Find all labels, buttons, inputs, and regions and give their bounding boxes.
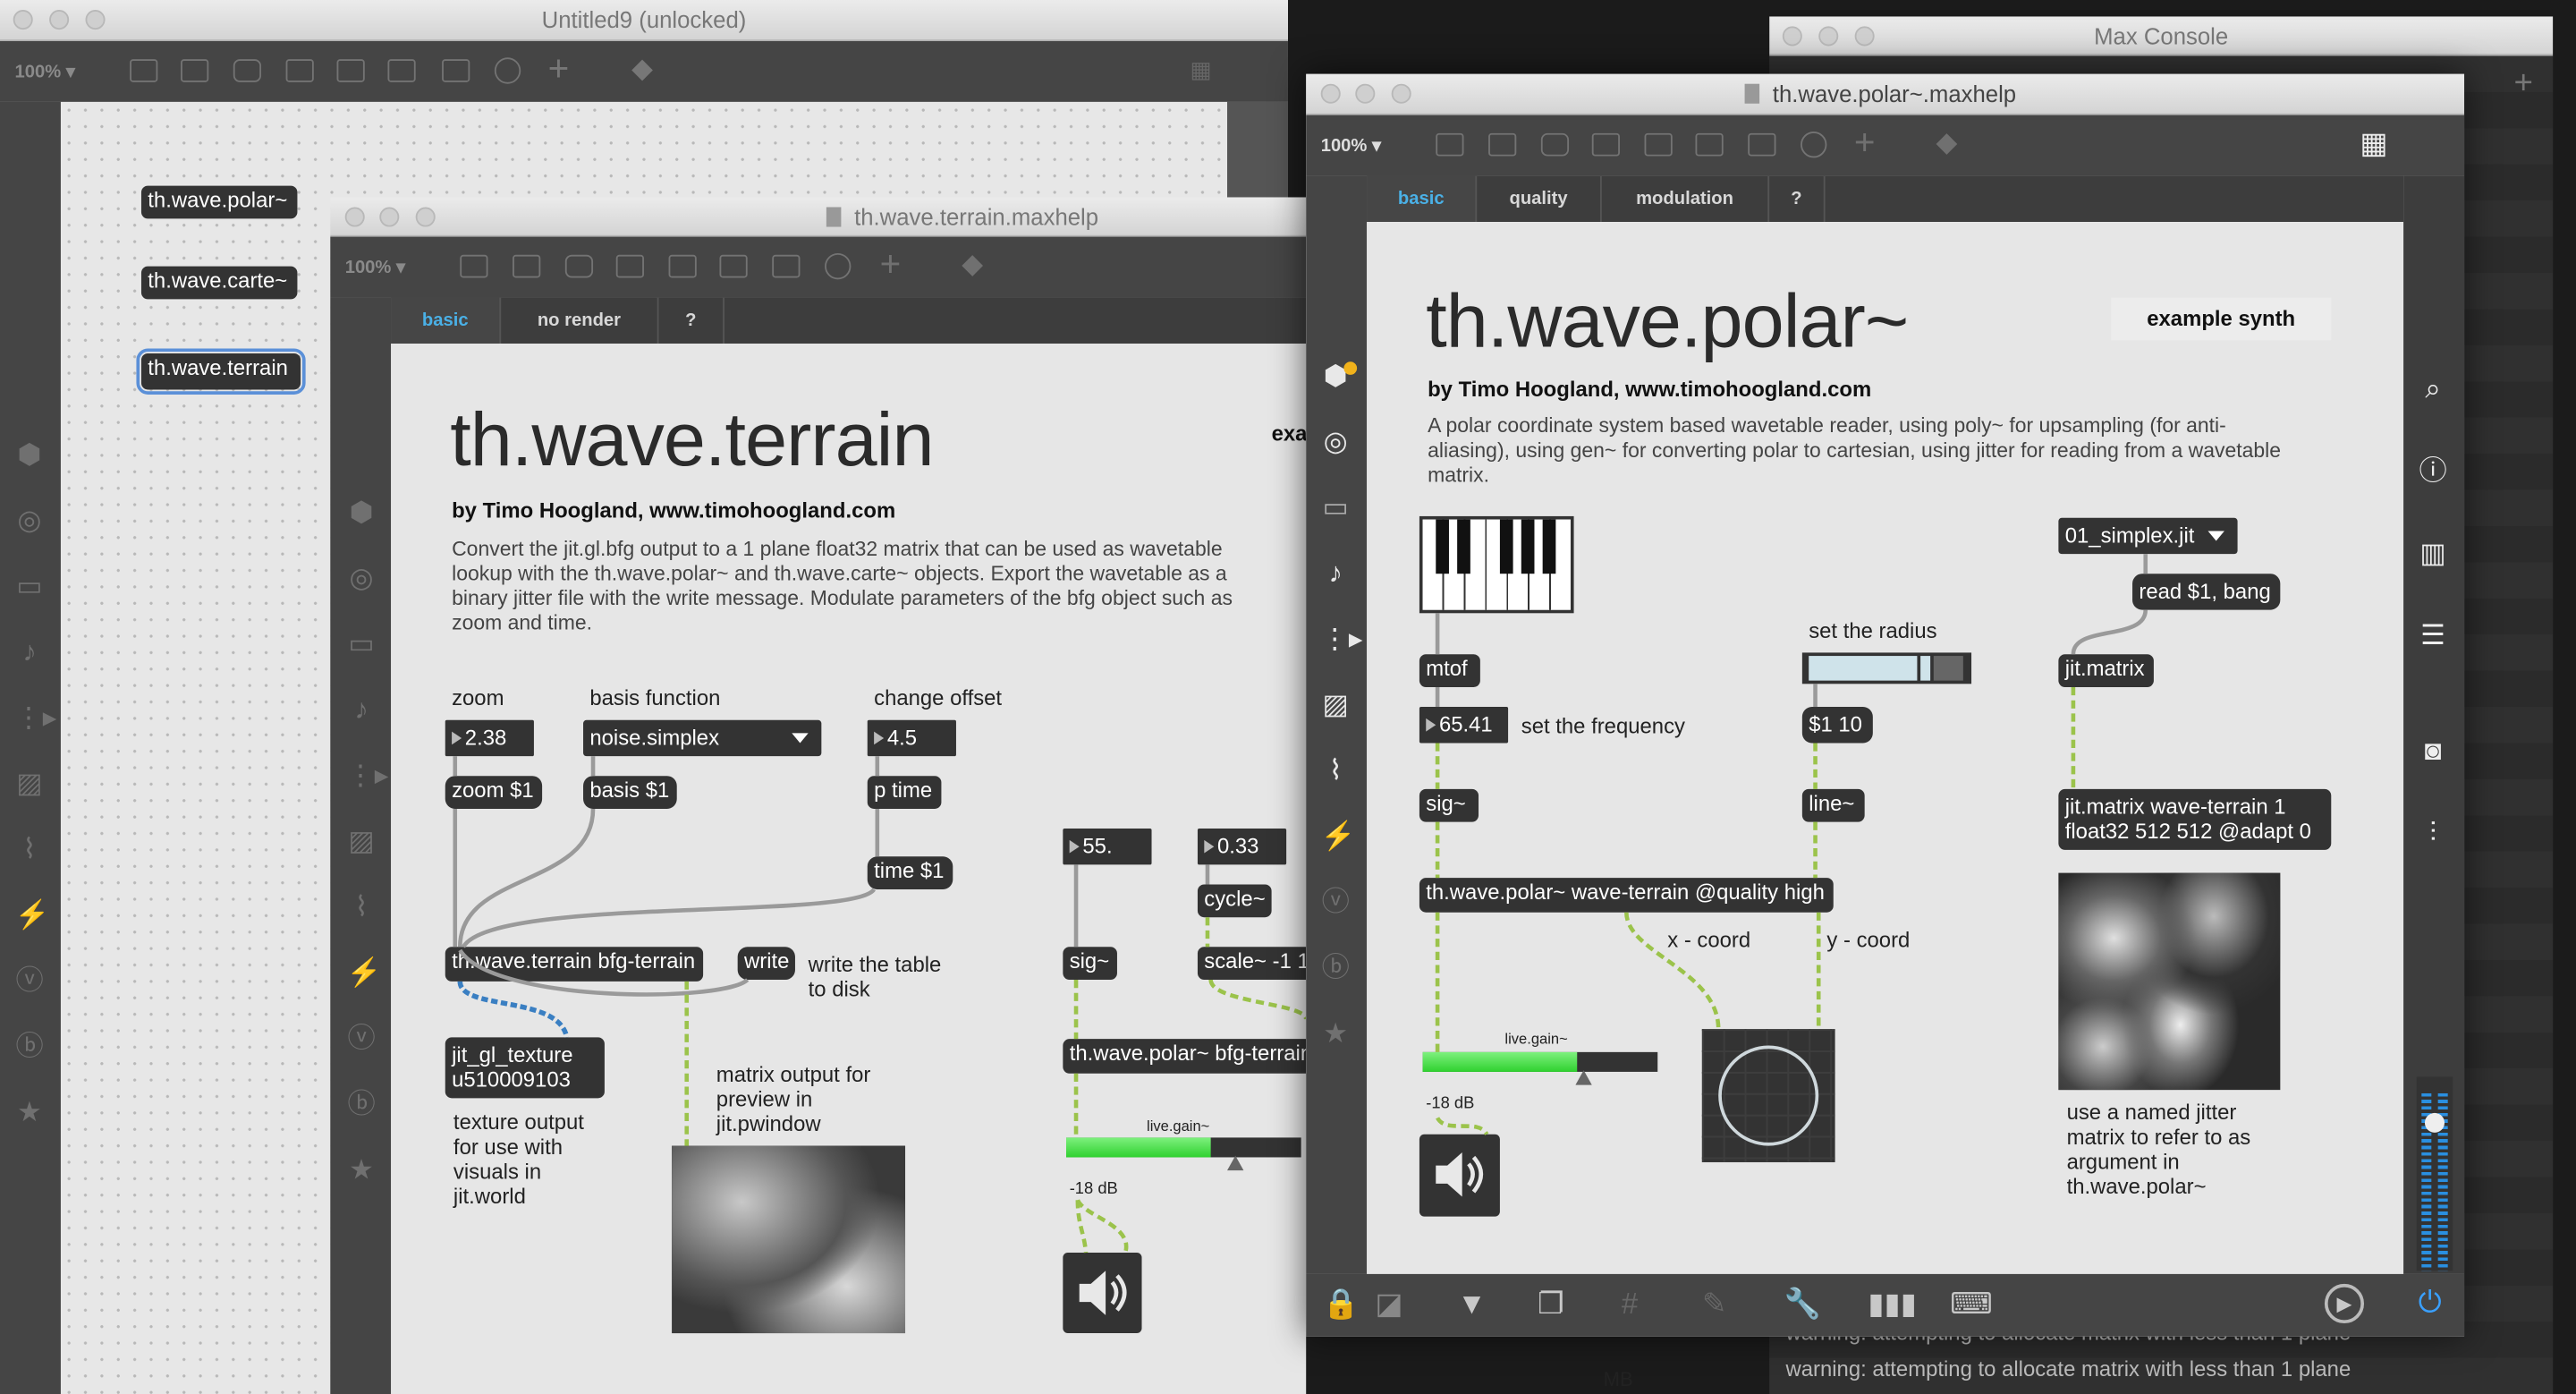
output-level-meter xyxy=(2416,1076,2453,1271)
polar-cables xyxy=(1435,554,2148,1136)
desktop: Untitled9 (unlocked) 100% ▾ + ◆ ▦ ⬢ ◎ ▭ … xyxy=(0,0,2576,1394)
volume-knob-icon[interactable] xyxy=(2424,1112,2445,1133)
